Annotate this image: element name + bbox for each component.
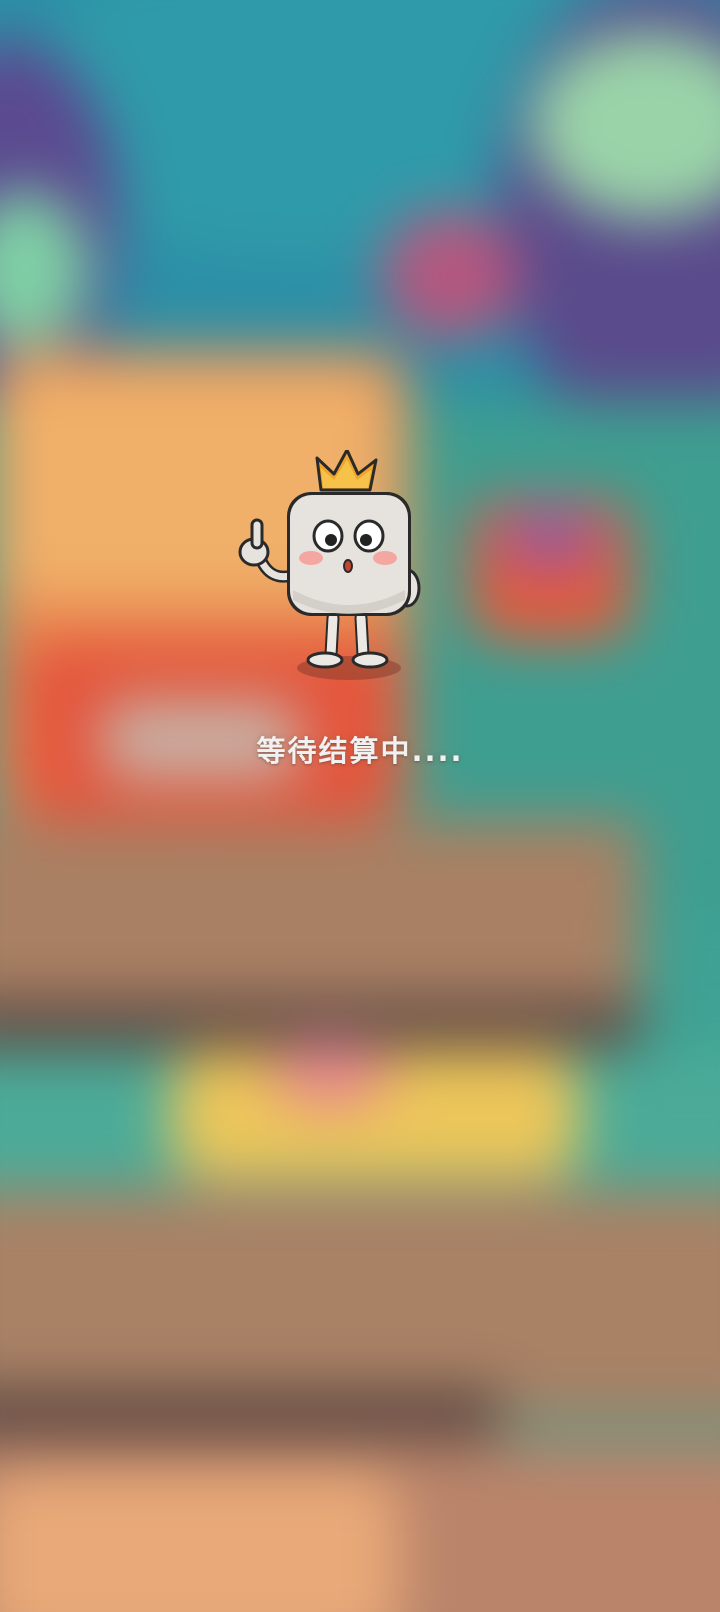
crowned-tofu-mascot-icon <box>238 450 421 680</box>
settlement-loading-screen: 等待结算中.... <box>0 0 720 1612</box>
settlement-loading-text: 等待结算中.... <box>256 734 464 768</box>
blurred-game-background <box>0 0 720 1612</box>
